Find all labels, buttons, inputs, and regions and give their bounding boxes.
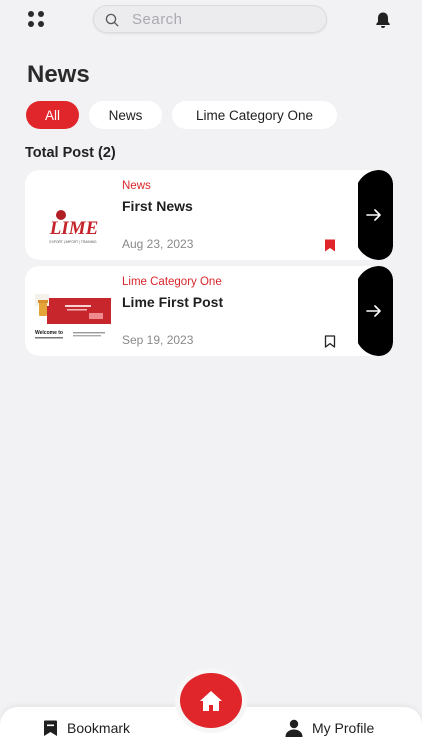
nav-bookmark[interactable]: Bookmark	[43, 718, 130, 738]
search-bar[interactable]	[93, 5, 327, 33]
open-post-button[interactable]	[354, 170, 393, 260]
home-icon	[200, 690, 222, 711]
home-button[interactable]	[180, 673, 242, 728]
page-title: News	[27, 61, 90, 88]
nav-profile-label: My Profile	[312, 720, 375, 736]
thumb-caption: Welcome to	[35, 330, 63, 336]
filter-chip-label: All	[44, 107, 60, 123]
post-category: News	[122, 180, 151, 192]
post-card[interactable]: Welcome to Lime Category One Lime First …	[25, 266, 393, 356]
arrow-right-icon	[366, 209, 381, 221]
banner-image: Welcome to	[33, 278, 115, 344]
bookmark-outline-icon[interactable]	[324, 335, 336, 348]
bookmark-icon[interactable]	[324, 239, 336, 252]
logo-wordmark: LIME	[49, 218, 99, 239]
logo-tagline: EXPORT | IMPORT | TRAINING	[49, 240, 97, 244]
filter-chip-lime-category-one[interactable]: Lime Category One	[172, 101, 337, 129]
post-title: First News	[122, 198, 193, 214]
lime-logo-image: LIME EXPORT | IMPORT | TRAINING	[33, 182, 115, 248]
nav-bookmark-label: Bookmark	[67, 720, 131, 736]
bell-icon[interactable]	[373, 10, 393, 30]
bookmark-icon	[44, 720, 57, 736]
user-icon	[285, 719, 303, 737]
post-thumbnail: LIME EXPORT | IMPORT | TRAINING	[33, 182, 115, 248]
filter-chip-all[interactable]: All	[26, 101, 79, 129]
search-input[interactable]	[132, 6, 312, 32]
arrow-right-icon	[366, 305, 381, 317]
post-card[interactable]: LIME EXPORT | IMPORT | TRAINING News Fir…	[25, 170, 393, 260]
post-category: Lime Category One	[122, 276, 222, 288]
filter-chip-label: Lime Category One	[195, 107, 314, 123]
post-date: Aug 23, 2023	[122, 237, 194, 251]
apps-grid-icon[interactable]	[28, 11, 48, 31]
search-icon	[105, 13, 119, 27]
top-bar	[0, 0, 422, 40]
post-date: Sep 19, 2023	[122, 333, 194, 347]
open-post-button[interactable]	[354, 266, 393, 356]
filter-chip-news[interactable]: News	[89, 101, 162, 129]
filter-chip-label: News	[108, 107, 143, 123]
post-title: Lime First Post	[122, 294, 224, 310]
post-thumbnail: Welcome to	[33, 278, 115, 344]
nav-my-profile[interactable]: My Profile	[285, 718, 374, 738]
total-post-count: Total Post (2)	[25, 145, 116, 161]
